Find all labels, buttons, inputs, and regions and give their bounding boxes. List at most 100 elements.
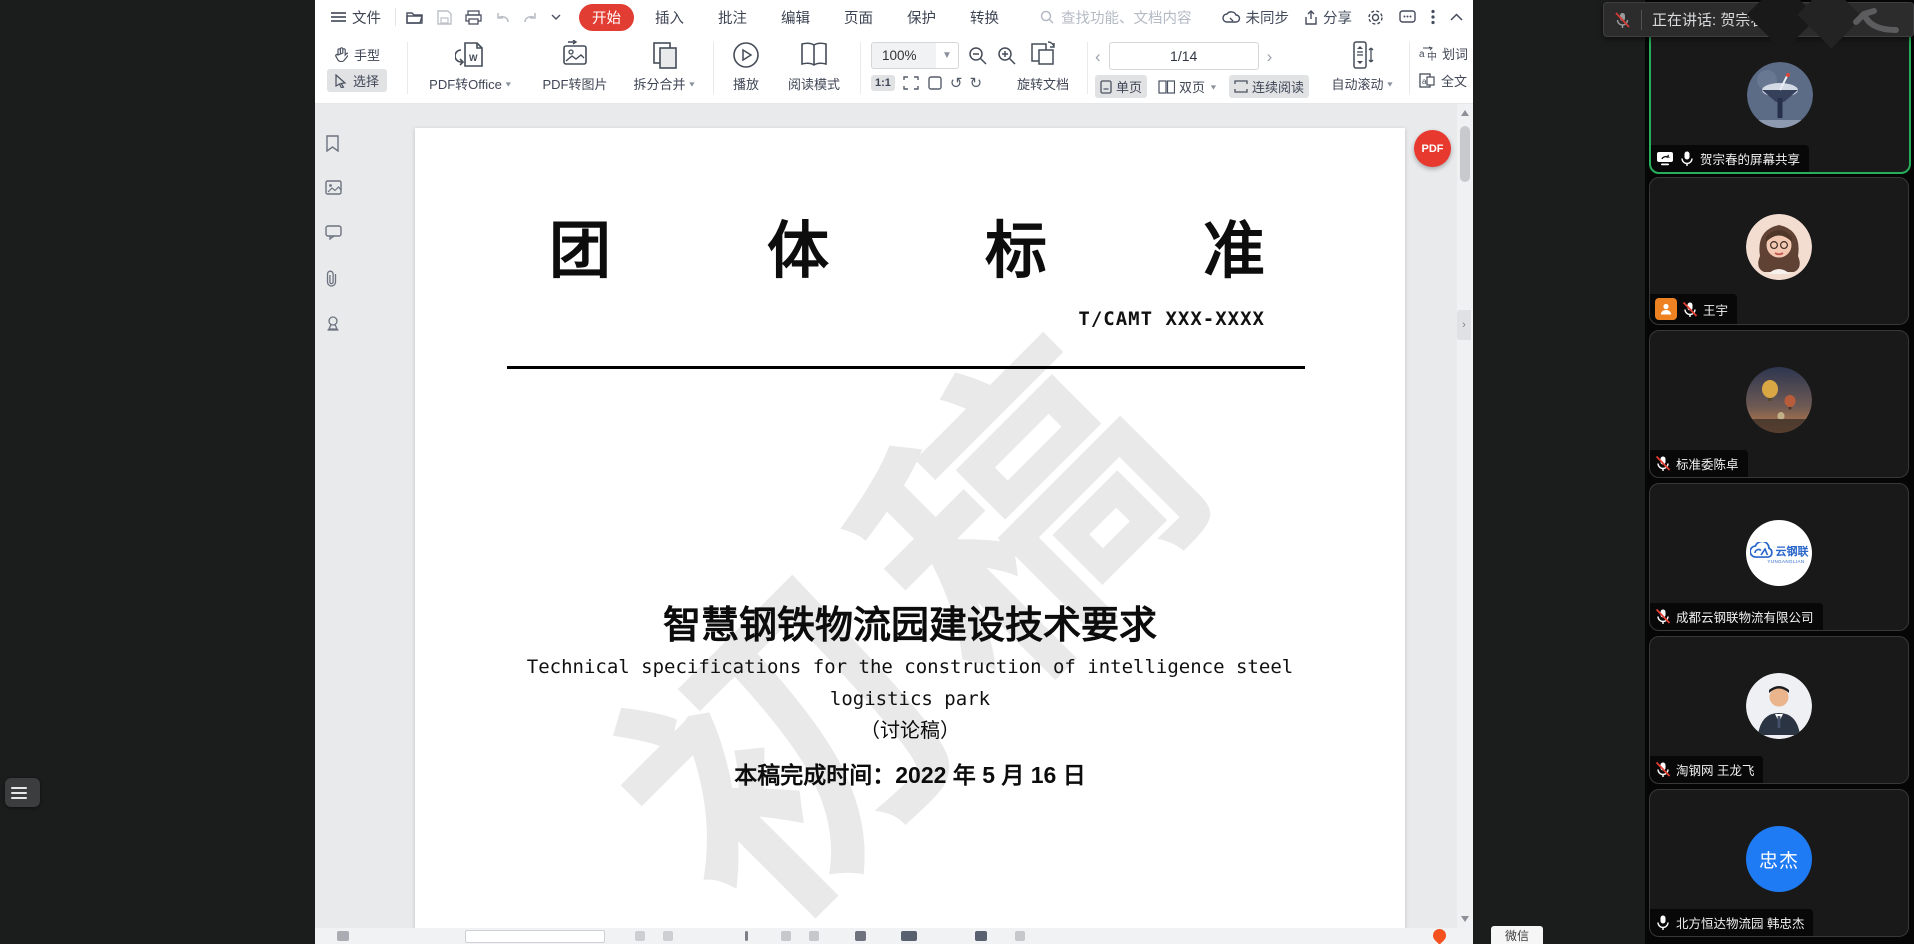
double-page-button[interactable]: 双页 ▼ bbox=[1153, 75, 1223, 98]
print-icon[interactable] bbox=[465, 10, 482, 25]
auto-scroll-button[interactable]: 自动滚动▼ bbox=[1323, 40, 1403, 93]
comments-panel-icon[interactable] bbox=[325, 225, 342, 240]
page-indicator[interactable]: 1/14 bbox=[1109, 42, 1259, 70]
page-indicator-value: 1/14 bbox=[1170, 48, 1197, 64]
participant-tile[interactable]: 标准委陈卓 bbox=[1649, 330, 1909, 478]
fit-width-icon[interactable] bbox=[927, 75, 943, 91]
thumbnail-image-icon[interactable] bbox=[325, 180, 342, 195]
participant-role-badge-icon bbox=[1655, 298, 1677, 320]
svg-text:a: a bbox=[1419, 49, 1425, 60]
more-menu-icon[interactable] bbox=[1431, 9, 1435, 25]
settings-gear-icon[interactable] bbox=[1367, 9, 1384, 26]
translate-icon: a中 bbox=[1419, 46, 1436, 61]
taskbar-search-box bbox=[465, 930, 605, 943]
wps-pdf-window: 文件 开始 插入 批注 编辑 页面 保护 转换 查找功能、文档内容 bbox=[315, 0, 1473, 944]
standard-number: T/CAMT XXX-XXXX bbox=[1078, 308, 1265, 330]
split-merge-button[interactable]: 拆分合并▼ bbox=[621, 40, 709, 93]
single-page-label: 单页 bbox=[1116, 77, 1142, 96]
company-logo-avatar: 云钢联 YUNGANGLIAN bbox=[1746, 520, 1812, 586]
tab-protect[interactable]: 保护 bbox=[894, 4, 949, 31]
wps-floating-badge[interactable]: PDF bbox=[1414, 130, 1451, 167]
zoom-out-icon[interactable] bbox=[968, 46, 988, 66]
open-folder-icon[interactable] bbox=[406, 10, 424, 25]
quick-access-dropdown-icon[interactable] bbox=[551, 14, 561, 21]
sidebar-expand-button[interactable]: › bbox=[1457, 310, 1471, 340]
single-page-button[interactable]: 单页 bbox=[1095, 75, 1147, 98]
full-translate-label: 全文 bbox=[1441, 71, 1467, 90]
save-icon[interactable] bbox=[437, 10, 452, 25]
svg-text:a: a bbox=[1422, 77, 1427, 86]
divider bbox=[1409, 42, 1410, 94]
participant-tile[interactable]: 忠杰 北方恒达物流园 韩忠杰 bbox=[1649, 789, 1909, 937]
taskbar-icon bbox=[745, 931, 748, 941]
svg-text:W: W bbox=[469, 53, 478, 63]
participant-tile[interactable]: 淘钢网 王龙飞 bbox=[1649, 636, 1909, 784]
initials-text: 忠杰 bbox=[1759, 846, 1799, 873]
double-page-label: 双页 bbox=[1179, 77, 1205, 96]
hamburger-icon bbox=[331, 11, 346, 23]
bookmark-icon[interactable] bbox=[325, 135, 340, 152]
search-input[interactable]: 查找功能、文档内容 bbox=[1040, 7, 1220, 28]
comment-bubble-icon[interactable] bbox=[1399, 10, 1416, 25]
cursor-icon bbox=[334, 74, 347, 88]
vertical-scrollbar[interactable] bbox=[1457, 104, 1473, 928]
dropdown-caret-icon: ▼ bbox=[1386, 80, 1395, 88]
signature-stamp-icon[interactable] bbox=[325, 315, 341, 331]
tab-comment[interactable]: 批注 bbox=[705, 4, 760, 31]
pdf-to-image-icon bbox=[560, 40, 590, 70]
full-translate-button[interactable]: a 全文 bbox=[1417, 70, 1470, 91]
avatar bbox=[1746, 214, 1812, 280]
tab-insert[interactable]: 插入 bbox=[642, 4, 697, 31]
hand-tool-button[interactable]: 手型 bbox=[327, 43, 387, 66]
zoom-select[interactable]: 100% ▼ bbox=[871, 42, 959, 69]
rotate-document-button[interactable]: 旋转文档 bbox=[1005, 40, 1081, 93]
actual-size-button[interactable]: 1:1 bbox=[871, 75, 895, 91]
next-page-button[interactable]: › bbox=[1267, 48, 1273, 65]
pdf-to-office-icon: W bbox=[455, 40, 487, 70]
read-mode-button[interactable]: 阅读模式 bbox=[775, 40, 853, 93]
tab-page[interactable]: 页面 bbox=[831, 4, 886, 31]
share-button[interactable]: 分享 bbox=[1304, 7, 1352, 28]
share-label: 分享 bbox=[1323, 7, 1352, 28]
tab-convert[interactable]: 转换 bbox=[957, 4, 1012, 31]
participant-name: 成都云钢联物流有限公司 bbox=[1676, 607, 1814, 626]
attachment-icon[interactable] bbox=[325, 270, 338, 287]
read-mode-label: 阅读模式 bbox=[788, 74, 840, 93]
participant-tile[interactable]: 王宇 bbox=[1649, 177, 1909, 325]
pdf-to-office-button[interactable]: W PDF转Office▼ bbox=[417, 40, 525, 93]
redo-icon[interactable] bbox=[523, 11, 538, 24]
participant-tile[interactable]: 云钢联 YUNGANGLIAN 成都云钢联物流有限公司 bbox=[1649, 483, 1909, 631]
split-merge-label: 拆分合并 bbox=[634, 74, 686, 93]
pdf-page[interactable]: 初稿 团 体 标 准 T/CAMT XXX-XXXX 智慧钢铁物流园建设技术要求… bbox=[415, 128, 1405, 928]
word-translate-button[interactable]: a中 划词 bbox=[1417, 43, 1470, 64]
fit-page-icon[interactable] bbox=[902, 75, 920, 91]
scrollbar-thumb[interactable] bbox=[1460, 126, 1470, 182]
select-tool-button[interactable]: 选择 bbox=[327, 69, 387, 92]
file-menu-button[interactable]: 文件 bbox=[323, 7, 389, 28]
rotate-right-icon[interactable]: ↻ bbox=[969, 74, 982, 92]
undo-icon[interactable] bbox=[495, 11, 510, 24]
taskbar-strip[interactable] bbox=[315, 928, 1473, 944]
zoom-value: 100% bbox=[872, 43, 936, 68]
scroll-up-arrow[interactable] bbox=[1461, 110, 1469, 116]
taskbar-icon bbox=[901, 931, 917, 941]
play-button[interactable]: 播放 bbox=[719, 40, 773, 93]
tab-home[interactable]: 开始 bbox=[579, 4, 634, 31]
header-char: 体 bbox=[767, 200, 829, 290]
dropdown-caret-icon: ▼ bbox=[504, 80, 513, 88]
auto-scroll-label: 自动滚动 bbox=[1332, 74, 1384, 93]
tab-edit[interactable]: 编辑 bbox=[768, 4, 823, 31]
toolbar: 手型 选择 W PDF转Office▼ PDF转图片 拆分合并▼ 播放 bbox=[315, 34, 1473, 104]
muted-mic-icon bbox=[1614, 11, 1631, 29]
desktop-widget-button[interactable] bbox=[5, 778, 40, 807]
scroll-down-arrow[interactable] bbox=[1461, 916, 1469, 922]
pdf-to-image-button[interactable]: PDF转图片 bbox=[529, 40, 621, 93]
cloud-sync-button[interactable]: 未同步 bbox=[1222, 7, 1290, 28]
logo-text: 云钢联 bbox=[1776, 543, 1809, 559]
prev-page-button[interactable]: ‹ bbox=[1095, 48, 1101, 65]
continuous-read-button[interactable]: 连续阅读 bbox=[1229, 75, 1309, 98]
auto-scroll-icon bbox=[1350, 40, 1376, 70]
collapse-toolbar-icon[interactable] bbox=[1450, 13, 1463, 21]
wechat-taskbar-item[interactable]: 微信 bbox=[1491, 926, 1543, 944]
rotate-left-icon[interactable]: ↺ bbox=[950, 74, 963, 92]
